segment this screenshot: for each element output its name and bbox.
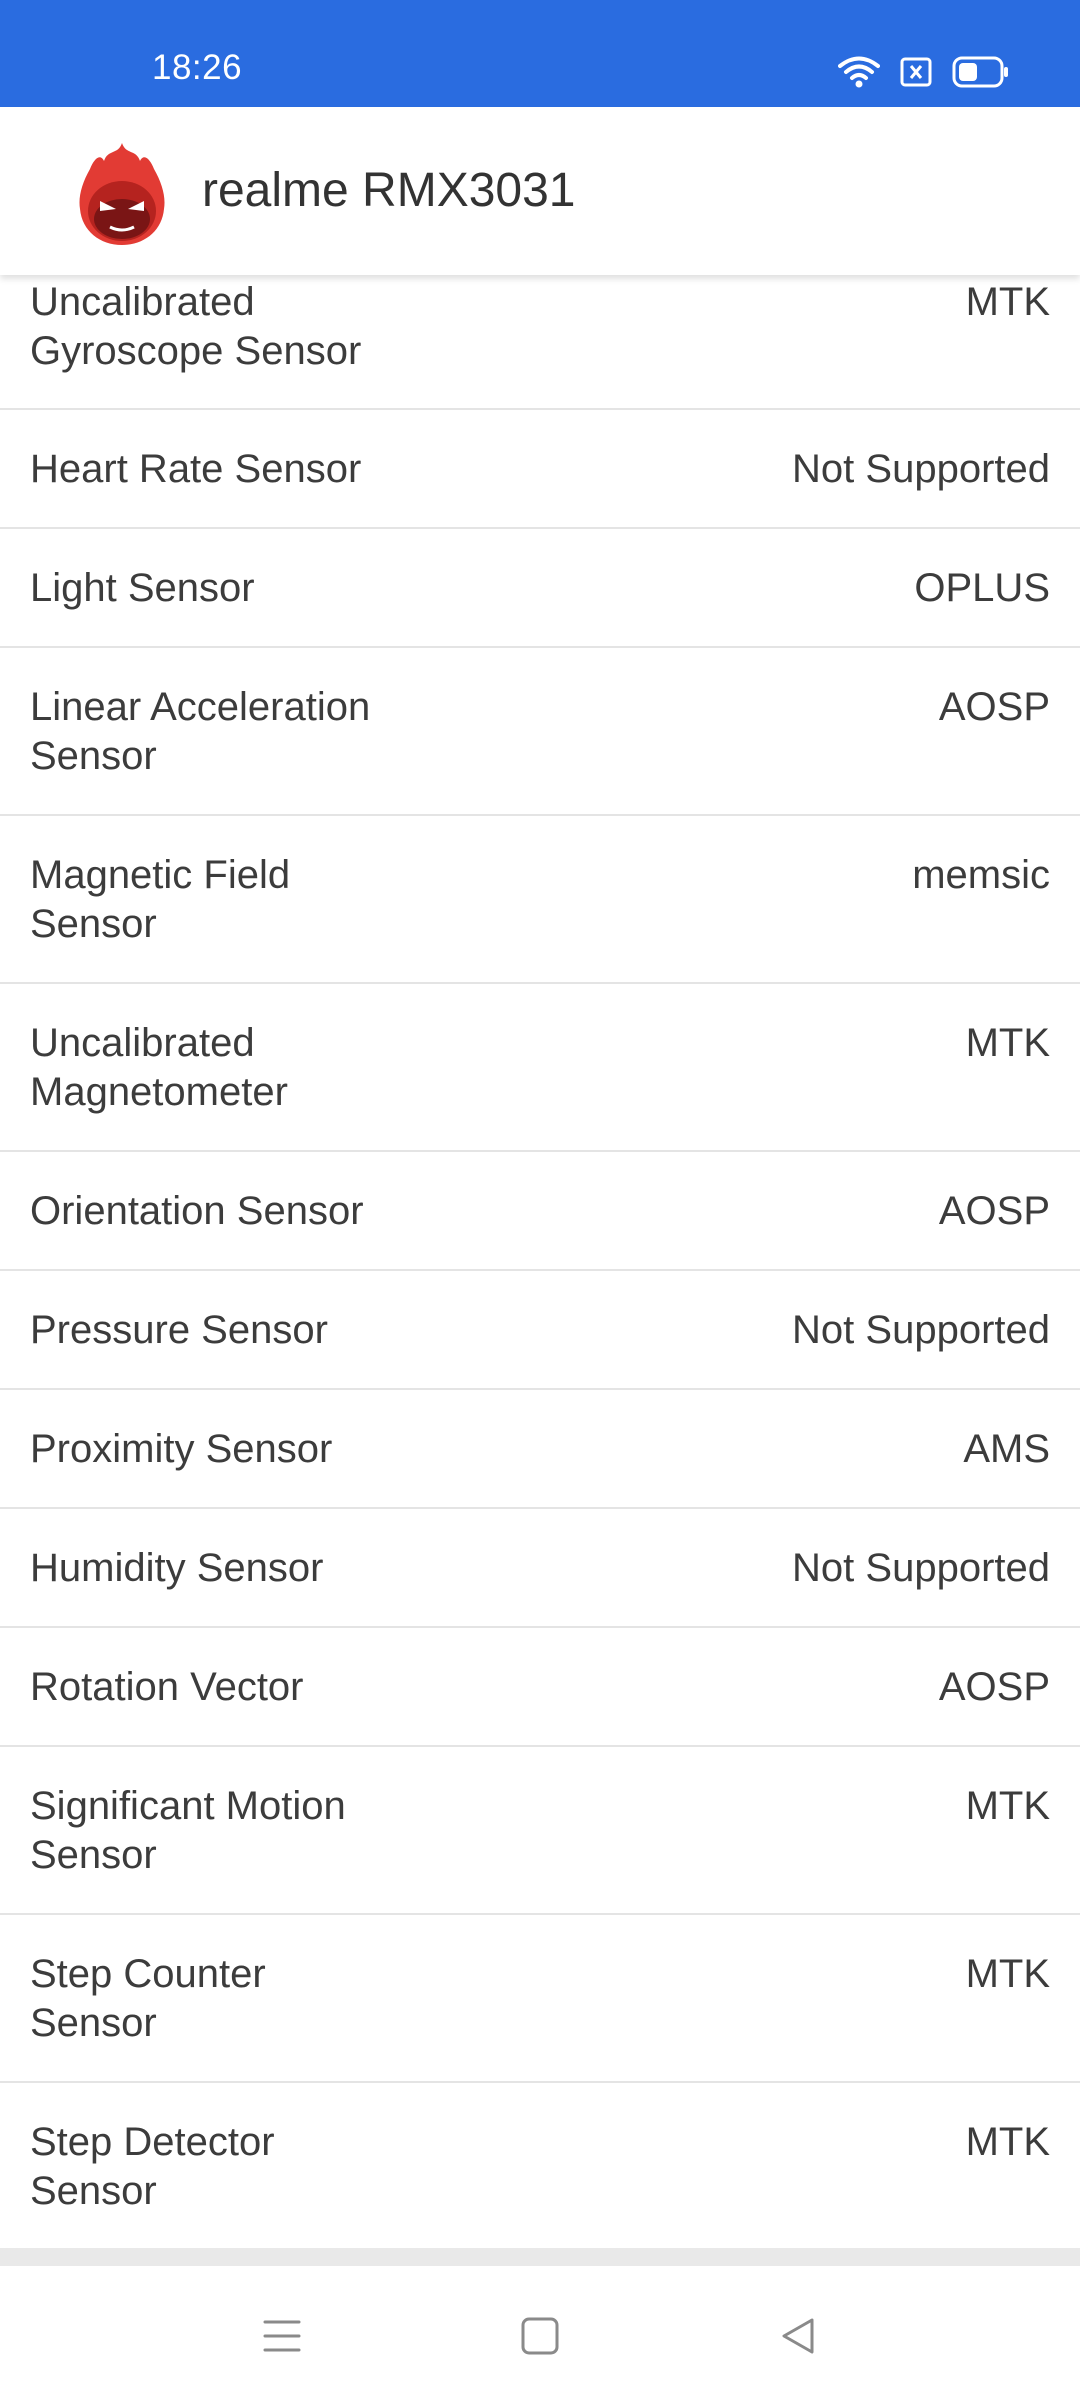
sensor-vendor: MTK xyxy=(965,1784,1050,1828)
battery-icon xyxy=(952,56,1010,88)
sensor-label: Step Detector Sensor xyxy=(30,2120,275,2213)
sensor-label: Orientation Sensor xyxy=(30,1189,364,1233)
sensor-vendor: AOSP xyxy=(938,685,1050,729)
sensor-vendor: MTK xyxy=(965,280,1050,324)
sensor-list[interactable]: Uncalibrated Gyroscope Sensor MTK Heart R… xyxy=(0,275,1080,2251)
app-bar: realme RMX3031 xyxy=(0,107,1080,275)
list-item: Humidity Sensor Not Supported xyxy=(0,1509,1080,1628)
sensor-label: Light Sensor xyxy=(30,566,255,610)
status-time: 18:26 xyxy=(152,48,243,87)
sensor-vendor: OPLUS xyxy=(914,566,1050,610)
list-item: Significant Motion Sensor MTK xyxy=(0,1747,1080,1915)
list-item: Magnetic Field Sensor memsic xyxy=(0,816,1080,984)
sensor-label: Step Counter Sensor xyxy=(30,1952,266,2045)
sensor-vendor: Not Supported xyxy=(792,447,1050,491)
list-item: Light Sensor OPLUS xyxy=(0,529,1080,648)
screen: 18:26 realme RMX3031 Uncalibrated Gyrosc… xyxy=(0,0,1080,2400)
sensor-vendor: MTK xyxy=(965,1021,1050,1065)
sim-x-icon xyxy=(900,57,932,87)
sensor-label: Humidity Sensor xyxy=(30,1546,324,1590)
sensor-vendor: MTK xyxy=(965,1952,1050,1996)
sensor-vendor: AOSP xyxy=(938,1665,1050,1709)
list-item: Heart Rate Sensor Not Supported xyxy=(0,410,1080,529)
menu-icon[interactable] xyxy=(252,2306,312,2366)
sensor-vendor: Not Supported xyxy=(792,1546,1050,1590)
back-icon[interactable] xyxy=(768,2306,828,2366)
list-item: Uncalibrated Magnetometer MTK xyxy=(0,984,1080,1152)
sensor-label: Linear Acceleration Sensor xyxy=(30,685,371,778)
sensor-label: Rotation Vector xyxy=(30,1665,304,1709)
list-item: Step Detector Sensor MTK xyxy=(0,2083,1080,2251)
sensor-label: Pressure Sensor xyxy=(30,1308,328,1352)
sensor-vendor: Not Supported xyxy=(792,1308,1050,1352)
navigation-bar xyxy=(0,2266,1080,2400)
sensor-vendor: AOSP xyxy=(938,1189,1050,1233)
wifi-icon xyxy=(838,55,880,89)
list-item: Uncalibrated Gyroscope Sensor MTK xyxy=(0,275,1080,410)
list-item: Step Counter Sensor MTK xyxy=(0,1915,1080,2083)
sensor-label: Magnetic Field Sensor xyxy=(30,853,291,946)
sensor-label: Significant Motion Sensor xyxy=(30,1784,346,1877)
status-icons xyxy=(838,52,1010,92)
sensor-label: Proximity Sensor xyxy=(30,1427,333,1471)
sensor-vendor: AMS xyxy=(963,1427,1050,1471)
antutu-logo-icon xyxy=(74,139,170,247)
app-title: realme RMX3031 xyxy=(202,164,576,217)
sensor-label: Heart Rate Sensor xyxy=(30,447,362,491)
sensor-vendor: MTK xyxy=(965,2120,1050,2164)
list-item: Linear Acceleration Sensor AOSP xyxy=(0,648,1080,816)
sensor-label: Uncalibrated Magnetometer xyxy=(30,1021,288,1114)
list-item: Rotation Vector AOSP xyxy=(0,1628,1080,1747)
sensor-vendor: memsic xyxy=(912,853,1050,897)
list-item: Orientation Sensor AOSP xyxy=(0,1152,1080,1271)
sensor-label: Uncalibrated Gyroscope Sensor xyxy=(30,280,362,373)
home-icon[interactable] xyxy=(510,2306,570,2366)
status-bar: 18:26 xyxy=(0,0,1080,107)
list-item: Proximity Sensor AMS xyxy=(0,1390,1080,1509)
list-item: Pressure Sensor Not Supported xyxy=(0,1271,1080,1390)
